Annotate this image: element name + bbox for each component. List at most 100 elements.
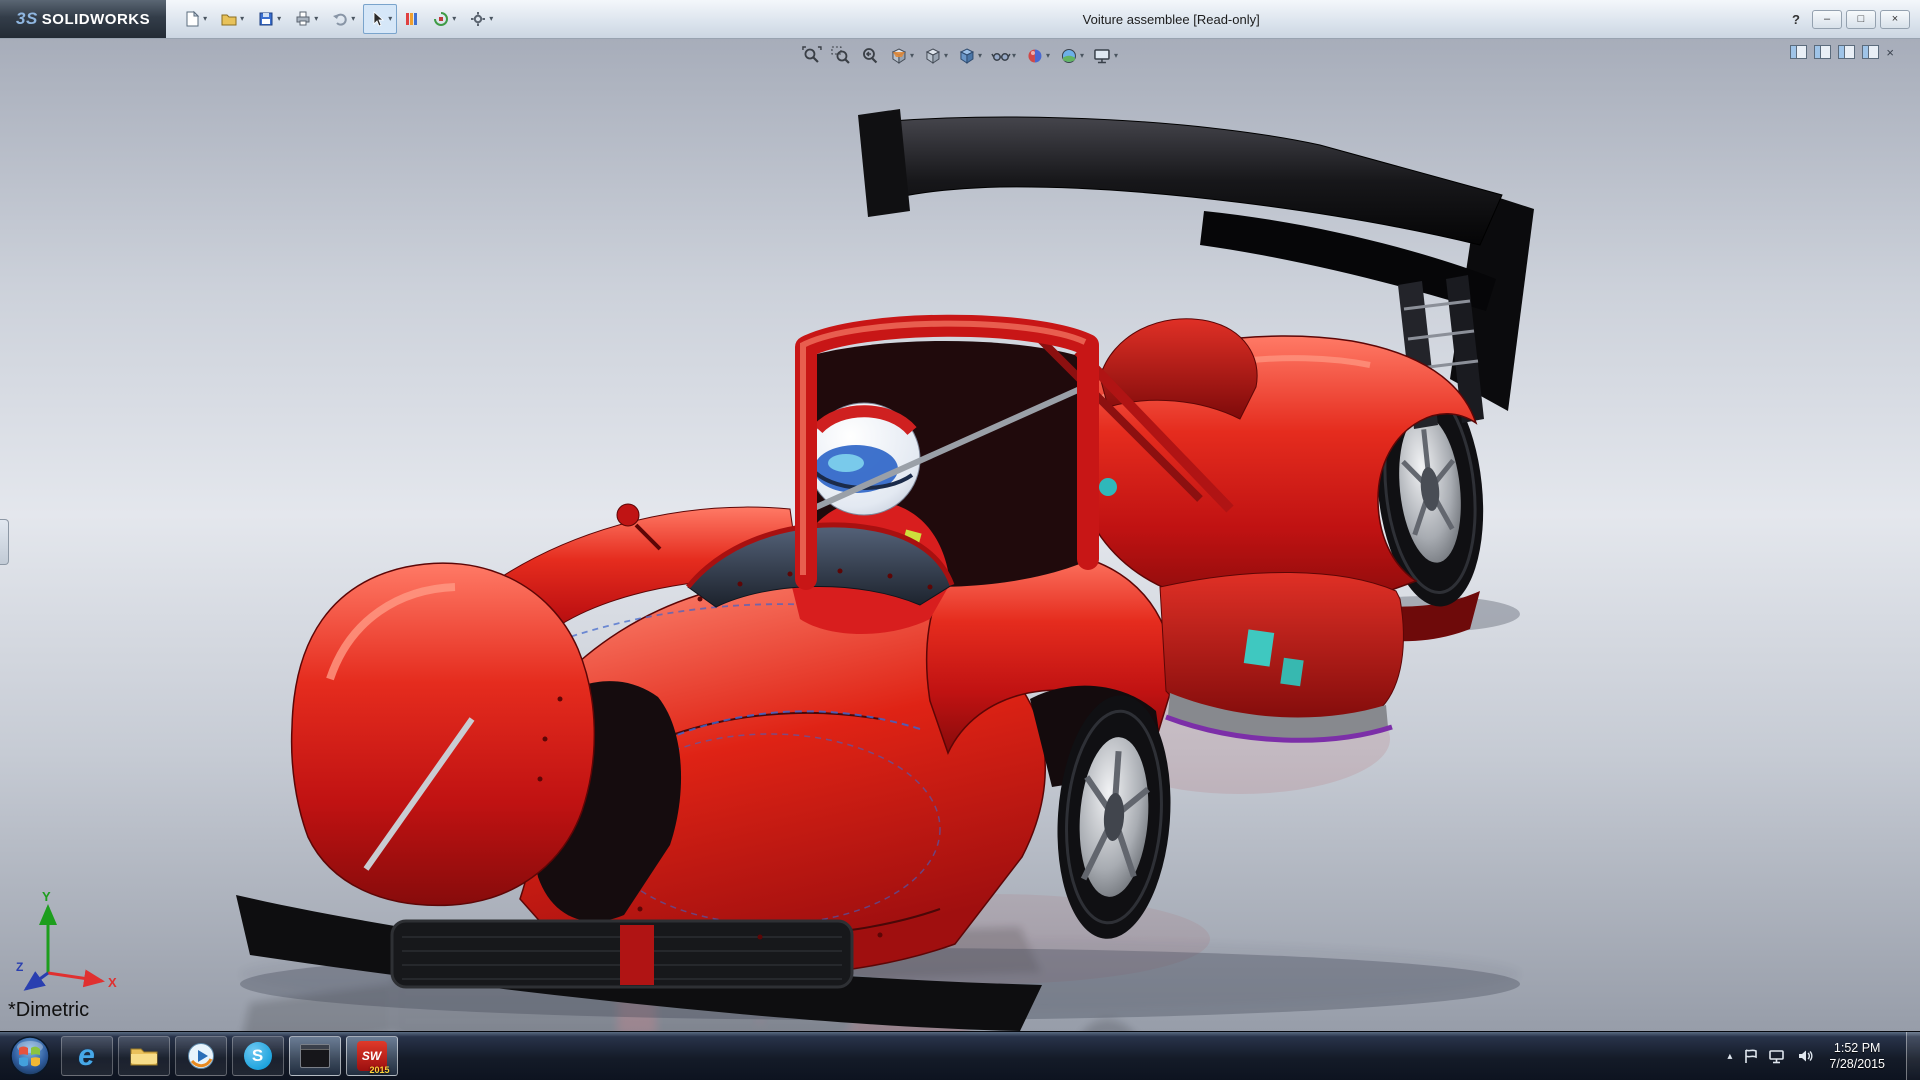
- triad-z-axis: [26, 973, 48, 989]
- dropdown-caret-icon: ▾: [1114, 52, 1118, 60]
- dassault-logo-icon: 3S: [16, 9, 38, 29]
- view-orientation-cube-icon: [923, 46, 943, 66]
- save-button[interactable]: ▾: [252, 4, 286, 34]
- headsup-view-toolbar: ▾ ▾ ▾ ▾: [799, 44, 1121, 68]
- help-button[interactable]: ?: [1792, 12, 1800, 27]
- solidworks-logo: 3S SOLIDWORKS: [0, 0, 166, 38]
- select-tool-button[interactable]: ▾: [363, 4, 397, 34]
- show-desktop-button[interactable]: [1906, 1032, 1920, 1080]
- edit-appearance-button[interactable]: ▾: [1022, 44, 1053, 68]
- dropdown-caret-icon: ▾: [351, 15, 355, 23]
- view-orientation-button[interactable]: ▾: [920, 44, 951, 68]
- view-settings-button[interactable]: ▾: [1090, 44, 1121, 68]
- hide-show-items-button[interactable]: ▾: [988, 44, 1019, 68]
- volume-icon[interactable]: [1797, 1048, 1814, 1064]
- dropdown-caret-icon: ▾: [277, 15, 281, 23]
- select-cursor-icon: [368, 10, 386, 28]
- dropdown-caret-icon: ▾: [240, 15, 244, 23]
- dropdown-caret-icon: ▾: [1046, 52, 1050, 60]
- dropdown-caret-icon: ▾: [910, 52, 914, 60]
- reference-triad[interactable]: Y X Z: [14, 889, 124, 999]
- print-button[interactable]: ▾: [289, 4, 323, 34]
- undo-icon: [331, 10, 349, 28]
- internet-explorer-icon: e: [78, 1041, 95, 1071]
- taskbar-clock[interactable]: 1:52 PM 7/28/2015: [1825, 1040, 1895, 1073]
- view-settings-icon: [1093, 46, 1113, 66]
- triad-x-label: X: [108, 975, 117, 990]
- rebuild-button[interactable]: ▾: [427, 4, 461, 34]
- start-button[interactable]: [8, 1034, 52, 1078]
- standard-toolbar: ▾ ▾ ▾ ▾: [178, 4, 498, 34]
- network-icon[interactable]: [1769, 1049, 1786, 1064]
- zoom-to-fit-icon: [802, 46, 822, 66]
- car-model[interactable]: [236, 109, 1534, 1031]
- clock-time: 1:52 PM: [1829, 1040, 1885, 1056]
- scene-globe-icon: [1059, 46, 1079, 66]
- zoom-to-area-icon: [831, 46, 851, 66]
- new-document-button[interactable]: ▾: [178, 4, 212, 34]
- featuremanager-splitter-handle[interactable]: [0, 519, 9, 565]
- dropdown-caret-icon: ▾: [203, 15, 207, 23]
- open-button[interactable]: ▾: [215, 4, 249, 34]
- triad-y-label: Y: [42, 889, 51, 904]
- pane-toggle-1-icon[interactable]: [1790, 45, 1807, 59]
- taskbar-item-skype[interactable]: S: [229, 1032, 286, 1080]
- app-name: SOLIDWORKS: [42, 11, 150, 28]
- previous-view-button[interactable]: [857, 44, 883, 68]
- triad-z-label: Z: [16, 960, 23, 974]
- display-mode-button[interactable]: [400, 4, 424, 34]
- options-gear-icon: [469, 10, 487, 28]
- apply-scene-button[interactable]: ▾: [1056, 44, 1087, 68]
- previous-view-icon: [860, 46, 880, 66]
- section-view-button[interactable]: ▾: [886, 44, 917, 68]
- dropdown-caret-icon: ▾: [1080, 52, 1084, 60]
- taskbar-item-windows-explorer[interactable]: [115, 1032, 172, 1080]
- close-button[interactable]: ×: [1880, 10, 1910, 29]
- print-icon: [294, 10, 312, 28]
- zoom-to-fit-button[interactable]: [799, 44, 825, 68]
- open-folder-icon: [220, 10, 238, 28]
- action-center-flag-icon[interactable]: [1743, 1048, 1758, 1064]
- dropdown-caret-icon: ▾: [1012, 52, 1016, 60]
- solidworks-version-badge: 2015: [369, 1065, 389, 1075]
- display-style-icon: [957, 46, 977, 66]
- taskbar-item-media-player[interactable]: [172, 1032, 229, 1080]
- rebuild-icon: [432, 10, 450, 28]
- media-player-icon: [187, 1042, 215, 1070]
- taskbar-item-solidworks[interactable]: SW 2015: [343, 1032, 400, 1080]
- triad-x-axis: [48, 973, 102, 981]
- options-button[interactable]: ▾: [464, 4, 498, 34]
- glasses-icon: [991, 46, 1011, 66]
- skype-icon: S: [244, 1042, 272, 1070]
- taskbar-item-internet-explorer[interactable]: e: [58, 1032, 115, 1080]
- display-style-button[interactable]: ▾: [954, 44, 985, 68]
- dropdown-caret-icon: ▾: [944, 52, 948, 60]
- maximize-button[interactable]: □: [1846, 10, 1876, 29]
- dropdown-caret-icon: ▾: [314, 15, 318, 23]
- windows-orb-icon: [9, 1035, 51, 1077]
- pane-toggle-2-icon[interactable]: [1814, 45, 1831, 59]
- show-hidden-icons-button[interactable]: ▴: [1727, 1051, 1732, 1062]
- command-prompt-icon: [300, 1044, 330, 1068]
- folder-icon: [129, 1044, 159, 1068]
- pane-toggle-3-icon[interactable]: [1838, 45, 1855, 59]
- graphics-area[interactable]: ▾ ▾ ▾ ▾: [0, 39, 1920, 1031]
- dropdown-caret-icon: ▾: [452, 15, 456, 23]
- model-viewport-canvas[interactable]: [0, 39, 1920, 1031]
- system-tray: ▴ 1:52 PM 7/28/2015: [1727, 1032, 1920, 1080]
- minimize-button[interactable]: –: [1812, 10, 1842, 29]
- display-mode-icon: [405, 10, 419, 28]
- clock-date: 7/28/2015: [1829, 1056, 1885, 1072]
- section-view-icon: [889, 46, 909, 66]
- titlebar: 3S SOLIDWORKS ▾ ▾ ▾: [0, 0, 1920, 39]
- solidworks-app-icon: SW 2015: [357, 1041, 387, 1071]
- undo-button[interactable]: ▾: [326, 4, 360, 34]
- pane-close-button[interactable]: ×: [1886, 46, 1894, 59]
- dropdown-caret-icon: ▾: [978, 52, 982, 60]
- zoom-to-area-button[interactable]: [828, 44, 854, 68]
- taskbar-item-command-prompt[interactable]: [286, 1032, 343, 1080]
- appearance-ball-icon: [1025, 46, 1045, 66]
- pane-toggle-4-icon[interactable]: [1862, 45, 1879, 59]
- dropdown-caret-icon: ▾: [489, 15, 493, 23]
- save-icon: [257, 10, 275, 28]
